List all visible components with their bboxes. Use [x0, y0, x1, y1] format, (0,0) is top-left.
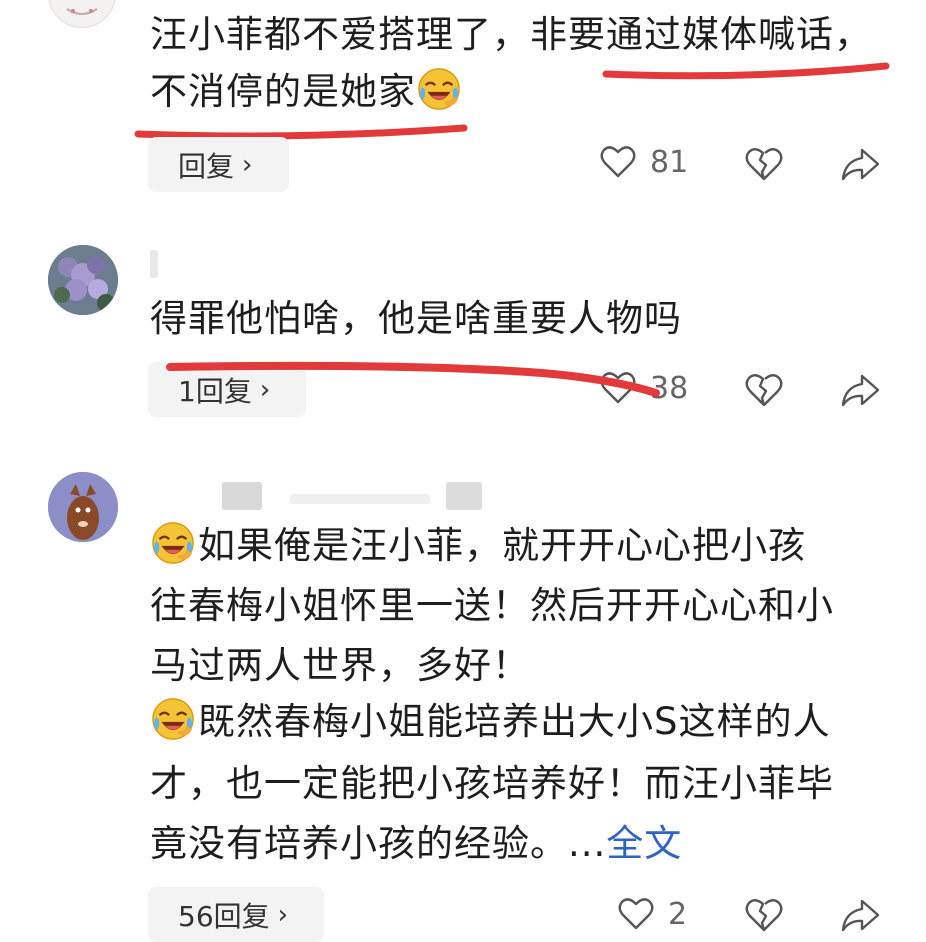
reply-button-comment-3[interactable]: 56回复 ›	[148, 887, 324, 942]
dislike-button-comment-3[interactable]	[742, 893, 786, 937]
broken-heart-icon	[745, 374, 783, 407]
broken-heart-icon	[745, 148, 783, 181]
comment-3-line-6-text: 竟没有培养小孩的经验。...	[150, 822, 607, 865]
laughing-crying-emoji-icon	[418, 68, 460, 110]
broken-heart-icon	[745, 899, 783, 932]
comment-1-line-2-text: 不消停的是她家	[150, 70, 416, 113]
like-count: 38	[650, 370, 689, 406]
heart-icon	[600, 146, 636, 178]
reply-label: 1回复	[178, 374, 252, 408]
laughing-crying-emoji-icon	[152, 522, 194, 564]
reply-label: 56回复	[178, 899, 270, 933]
comment-1-line-1: 汪小菲都不爱搭理了，非要通过媒体喊话，	[150, 13, 872, 56]
username-redacted	[150, 250, 158, 278]
like-count: 2	[668, 896, 688, 932]
heart-icon	[600, 372, 636, 404]
username-redacted	[290, 494, 430, 504]
like-button-comment-3[interactable]: 2	[616, 894, 687, 934]
avatar-comment-1[interactable]	[48, 0, 116, 28]
avatar-comment-2[interactable]	[48, 245, 118, 315]
reply-button-comment-1[interactable]: 回复 ›	[148, 137, 289, 192]
comment-3-line-1: 如果俺是汪小菲，就开开心心把小孩	[150, 517, 806, 574]
comment-2-line-1: 得罪他怕啥，他是啥重要人物吗	[150, 297, 682, 340]
reply-button-comment-2[interactable]: 1回复 ›	[148, 362, 306, 417]
avatar-image	[48, 245, 118, 315]
avatar-comment-3[interactable]	[48, 472, 118, 542]
like-button-comment-1[interactable]: 81	[598, 142, 688, 182]
username-redacted	[446, 482, 482, 510]
comment-3-line-4-text: 既然春梅小姐能培养出大小S这样的人	[198, 700, 831, 743]
heart-icon	[618, 898, 654, 930]
comment-3-line-3: 马过两人世界，多好！	[150, 644, 530, 687]
reply-label: 回复	[178, 149, 235, 183]
comment-1-line-2: 不消停的是她家	[150, 63, 464, 120]
username-redacted	[222, 482, 262, 510]
dislike-button-comment-2[interactable]	[742, 368, 786, 412]
share-icon	[841, 374, 880, 407]
comment-3-line-5: 才，也一定能把小孩培养好！而汪小菲毕	[150, 762, 834, 805]
chevron-right-icon: ›	[259, 374, 271, 405]
like-button-comment-2[interactable]: 38	[598, 368, 688, 408]
comment-3-line-4: 既然春梅小姐能培养出大小S这样的人	[150, 693, 831, 750]
share-icon	[841, 148, 880, 181]
chevron-right-icon: ›	[277, 899, 289, 930]
chevron-right-icon: ›	[242, 149, 253, 180]
avatar-image	[49, 0, 115, 27]
share-button-comment-1[interactable]	[838, 142, 882, 186]
share-icon	[841, 899, 880, 932]
like-count: 81	[650, 144, 689, 180]
comment-3-line-2: 往春梅小姐怀里一送！然后开开心心和小	[150, 584, 834, 627]
laughing-crying-emoji-icon	[152, 698, 194, 740]
share-button-comment-2[interactable]	[838, 368, 882, 412]
dislike-button-comment-1[interactable]	[742, 142, 786, 186]
comment-3-line-1-text: 如果俺是汪小菲，就开开心心把小孩	[198, 524, 806, 567]
avatar-image	[48, 472, 118, 542]
comment-3-line-6: 竟没有培养小孩的经验。...全文	[150, 815, 682, 872]
expand-full-text-link[interactable]: 全文	[606, 822, 682, 865]
share-button-comment-3[interactable]	[838, 893, 882, 937]
